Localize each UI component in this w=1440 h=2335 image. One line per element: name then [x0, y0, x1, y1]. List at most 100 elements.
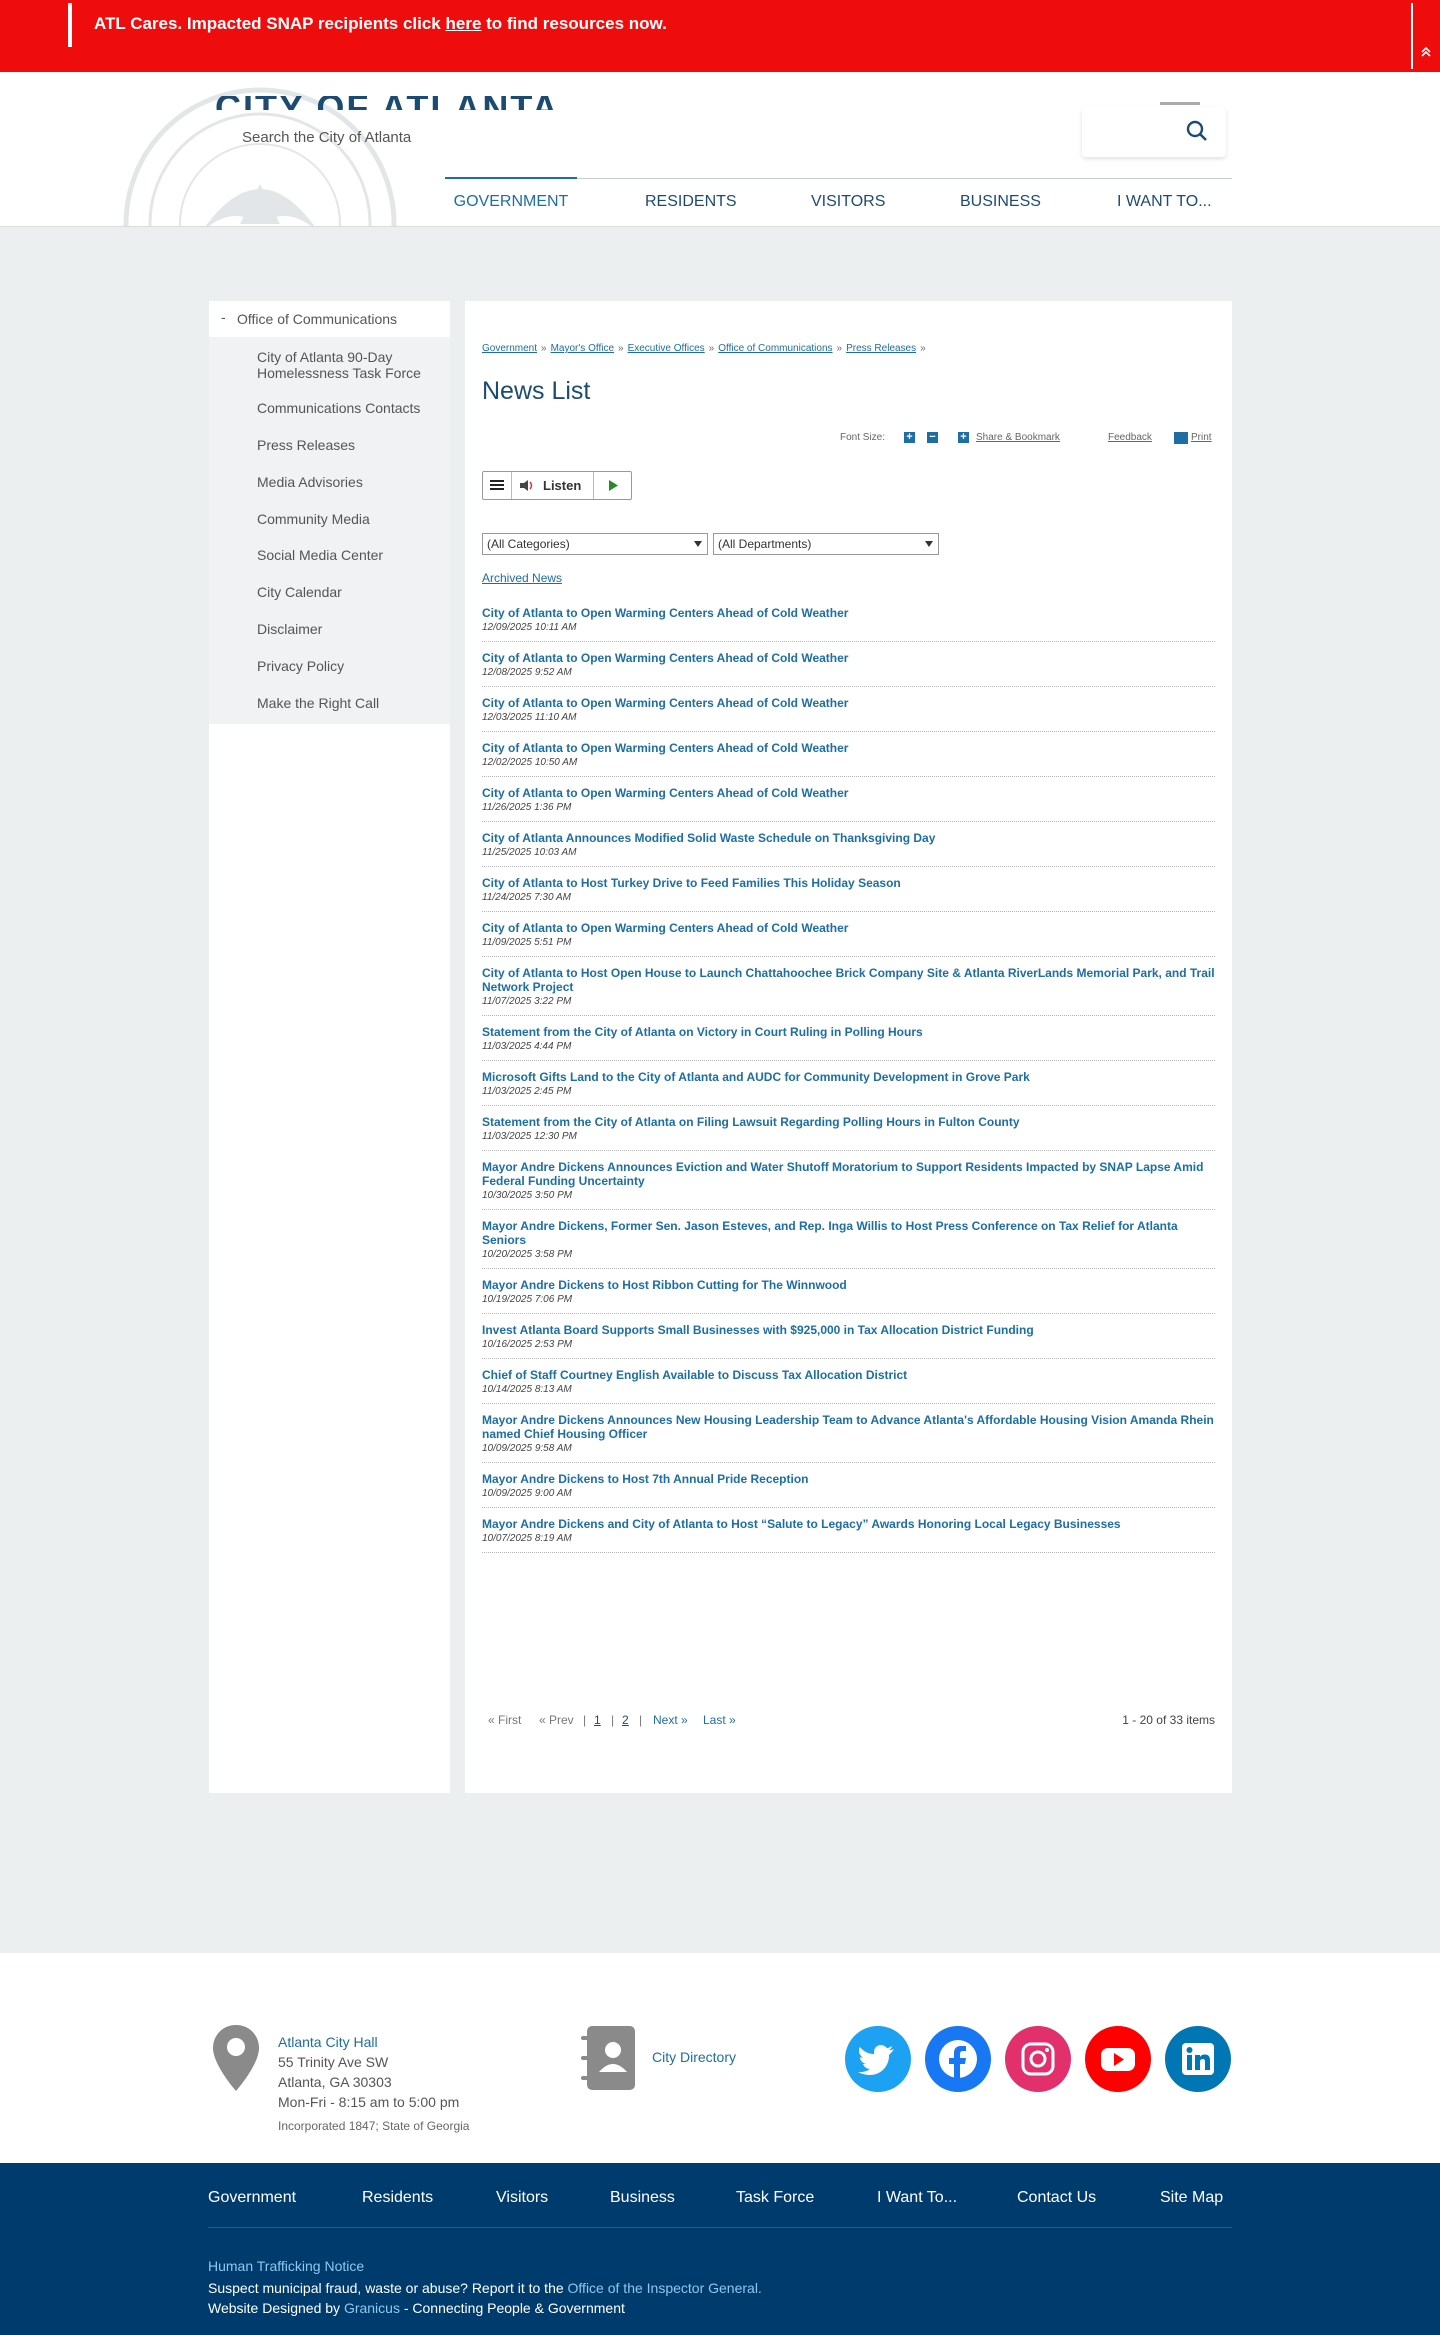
pager-page-2[interactable]: 2: [622, 1713, 629, 1727]
news-title-link[interactable]: Mayor Andre Dickens, Former Sen. Jason E…: [482, 1219, 1215, 1247]
nav-i-want-to[interactable]: I WANT TO...: [1117, 179, 1212, 225]
header-decoration: [1160, 102, 1200, 105]
news-title-link[interactable]: City of Atlanta to Open Warming Centers …: [482, 696, 1215, 710]
sidebar-item-homelessness-task-force[interactable]: City of Atlanta 90-Day Homelessness Task…: [257, 349, 437, 381]
news-item: Mayor Andre Dickens, Former Sen. Jason E…: [482, 1219, 1215, 1269]
pager-next[interactable]: Next »: [653, 1713, 688, 1727]
footer-nav-government[interactable]: Government: [208, 2189, 296, 2207]
menu-icon[interactable]: [483, 472, 512, 499]
categories-select[interactable]: (All Categories): [482, 533, 708, 555]
nav-residents[interactable]: RESIDENTS: [645, 179, 737, 225]
breadcrumb-press-releases[interactable]: Press Releases: [846, 343, 916, 354]
collapse-toggle[interactable]: -: [221, 309, 226, 325]
news-title-link[interactable]: Mayor Andre Dickens and City of Atlanta …: [482, 1517, 1215, 1531]
linkedin-icon[interactable]: [1165, 2026, 1231, 2092]
pager-page-1[interactable]: 1: [594, 1713, 601, 1727]
pager-last[interactable]: Last »: [703, 1713, 736, 1727]
footer-nav-visitors[interactable]: Visitors: [496, 2189, 548, 2207]
news-item: City of Atlanta to Open Warming Centers …: [482, 741, 1215, 777]
nav-government[interactable]: GOVERNMENT: [445, 177, 577, 225]
font-decrease-icon[interactable]: −: [927, 432, 938, 443]
twitter-icon[interactable]: [845, 2026, 911, 2092]
news-title-link[interactable]: City of Atlanta to Open Warming Centers …: [482, 921, 1215, 935]
sidebar-section-header[interactable]: - Office of Communications: [209, 301, 450, 338]
city-hall-link[interactable]: Atlanta City Hall: [278, 2032, 469, 2052]
news-title-link[interactable]: City of Atlanta to Open Warming Centers …: [482, 606, 1215, 620]
footer-nav-contact-us[interactable]: Contact Us: [1017, 2189, 1096, 2207]
sidebar-item-media-advisories[interactable]: Media Advisories: [257, 474, 437, 490]
search-button[interactable]: [1082, 107, 1226, 157]
city-logo-text[interactable]: CITY OF ATLANTA, GA: [215, 96, 625, 110]
pager-first[interactable]: « First: [488, 1713, 521, 1727]
share-icon[interactable]: +: [958, 432, 969, 443]
news-title-link[interactable]: City of Atlanta to Host Open House to La…: [482, 966, 1215, 994]
archived-news-link[interactable]: Archived News: [482, 571, 562, 585]
news-item: Mayor Andre Dickens and City of Atlanta …: [482, 1517, 1215, 1553]
news-item: City of Atlanta Announces Modified Solid…: [482, 831, 1215, 867]
breadcrumb-separator: »: [618, 343, 624, 354]
footer-nav-task-force[interactable]: Task Force: [736, 2189, 814, 2207]
granicus-link[interactable]: Granicus: [344, 2300, 400, 2316]
sidebar-item-communications-contacts[interactable]: Communications Contacts: [257, 400, 437, 416]
sidebar-section-title[interactable]: Office of Communications: [237, 311, 397, 327]
news-title-link[interactable]: City of Atlanta Announces Modified Solid…: [482, 831, 1215, 845]
news-item: Statement from the City of Atlanta on Fi…: [482, 1115, 1215, 1151]
facebook-icon[interactable]: [925, 2026, 991, 2092]
sidebar-item-community-media[interactable]: Community Media: [257, 511, 437, 527]
news-date: 12/03/2025 11:10 AM: [482, 712, 577, 723]
nav-visitors[interactable]: VISITORS: [811, 179, 885, 225]
breadcrumb-government[interactable]: Government: [482, 343, 537, 354]
departments-select[interactable]: (All Departments): [713, 533, 939, 555]
inspector-general-link[interactable]: Office of the Inspector General.: [568, 2280, 762, 2296]
news-date: 11/07/2025 3:22 PM: [482, 996, 572, 1007]
news-title-link[interactable]: Invest Atlanta Board Supports Small Busi…: [482, 1323, 1215, 1337]
news-title-link[interactable]: City of Atlanta to Host Turkey Drive to …: [482, 876, 1215, 890]
news-title-link[interactable]: Statement from the City of Atlanta on Fi…: [482, 1115, 1215, 1129]
print-link[interactable]: Print: [1191, 432, 1212, 443]
news-title-link[interactable]: City of Atlanta to Open Warming Centers …: [482, 786, 1215, 800]
play-button[interactable]: [593, 472, 632, 499]
sidebar-item-social-media-center[interactable]: Social Media Center: [257, 547, 437, 563]
news-title-link[interactable]: Mayor Andre Dickens to Host 7th Annual P…: [482, 1472, 1215, 1486]
news-title-link[interactable]: City of Atlanta to Open Warming Centers …: [482, 651, 1215, 665]
news-title-link[interactable]: Chief of Staff Courtney English Availabl…: [482, 1368, 1215, 1382]
print-icon[interactable]: [1174, 432, 1188, 444]
breadcrumb-executive-offices[interactable]: Executive Offices: [628, 343, 705, 354]
address-book-icon[interactable]: [581, 2026, 637, 2090]
chevron-up-icon[interactable]: [1416, 44, 1436, 64]
news-title-link[interactable]: Microsoft Gifts Land to the City of Atla…: [482, 1070, 1215, 1084]
alert-text-after: to find resources now.: [481, 14, 667, 33]
font-increase-icon[interactable]: +: [904, 432, 915, 443]
share-bookmark-link[interactable]: Share & Bookmark: [976, 432, 1060, 443]
news-title-link[interactable]: Mayor Andre Dickens to Host Ribbon Cutti…: [482, 1278, 1215, 1292]
news-title-link[interactable]: City of Atlanta to Open Warming Centers …: [482, 741, 1215, 755]
breadcrumb: Government » Mayor's Office » Executive Offi…: [482, 343, 930, 354]
city-directory-link[interactable]: City Directory: [652, 2049, 736, 2065]
feedback-link[interactable]: Feedback: [1108, 432, 1152, 443]
footer-nav-i-want-to[interactable]: I Want To...: [877, 2189, 957, 2207]
human-trafficking-link[interactable]: Human Trafficking Notice: [208, 2258, 364, 2274]
nav-business[interactable]: BUSINESS: [960, 179, 1041, 225]
breadcrumb-mayors-office[interactable]: Mayor's Office: [551, 343, 614, 354]
sidebar-item-city-calendar[interactable]: City Calendar: [257, 584, 437, 600]
listen-button[interactable]: Listen: [543, 478, 581, 493]
breadcrumb-separator: »: [920, 343, 926, 354]
pager-prev[interactable]: « Prev: [539, 1713, 574, 1727]
news-title-link[interactable]: Mayor Andre Dickens Announces Eviction a…: [482, 1160, 1215, 1188]
sidebar-item-make-the-right-call[interactable]: Make the Right Call: [257, 695, 437, 711]
sidebar-item-privacy-policy[interactable]: Privacy Policy: [257, 658, 437, 674]
breadcrumb-office-of-communications[interactable]: Office of Communications: [718, 343, 832, 354]
footer-nav-residents[interactable]: Residents: [362, 2189, 433, 2207]
speaker-icon: [520, 480, 533, 491]
footer-nav-site-map[interactable]: Site Map: [1160, 2189, 1223, 2207]
footer-nav-business[interactable]: Business: [610, 2189, 675, 2207]
search-input[interactable]: [230, 120, 854, 154]
sidebar-item-disclaimer[interactable]: Disclaimer: [257, 621, 437, 637]
sidebar-item-press-releases[interactable]: Press Releases: [257, 437, 437, 453]
site-header: CITY OF ATLANTA, GA GOVERNMENT RESIDENTS…: [0, 72, 1440, 227]
news-title-link[interactable]: Statement from the City of Atlanta on Vi…: [482, 1025, 1215, 1039]
youtube-icon[interactable]: [1085, 2026, 1151, 2092]
instagram-icon[interactable]: [1005, 2026, 1071, 2092]
news-title-link[interactable]: Mayor Andre Dickens Announces New Housin…: [482, 1413, 1215, 1441]
alert-link[interactable]: here: [445, 14, 481, 33]
